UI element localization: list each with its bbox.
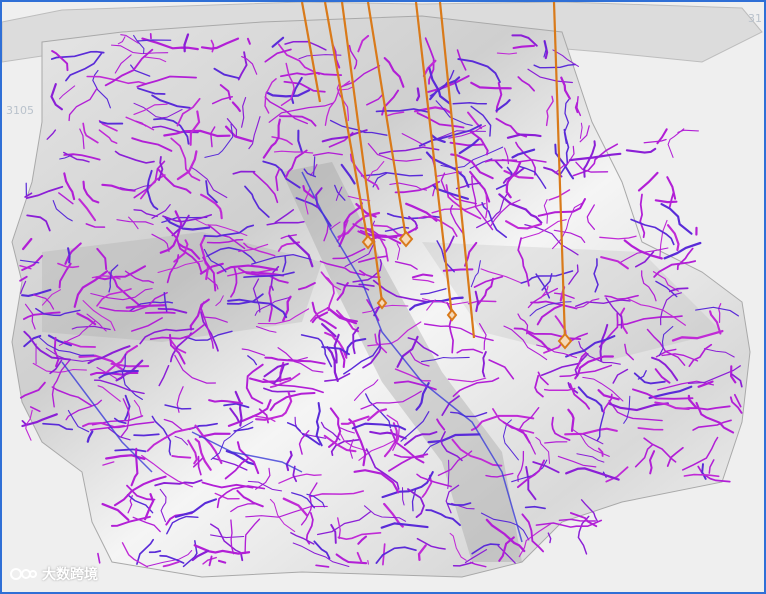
fracture-line: [639, 193, 646, 239]
fracture-line: [21, 420, 27, 426]
fracture-line: [133, 433, 160, 437]
fracture-line: [643, 138, 667, 144]
logo-icon: [10, 566, 38, 582]
fracture-line: [240, 553, 244, 562]
fracture-line: [97, 552, 101, 564]
axis-label-right: 31: [748, 12, 762, 25]
watermark: 大数跨境: [10, 564, 98, 584]
3d-viewport[interactable]: 3105 31 大数跨境: [0, 0, 766, 594]
watermark-text: 大数跨境: [42, 566, 98, 582]
axis-label-left: 3105: [6, 104, 34, 117]
fracture-line: [660, 203, 693, 235]
fracture-line: [144, 311, 176, 314]
fracture-line: [668, 192, 675, 208]
fracture-line: [667, 128, 685, 158]
fracture-line: [654, 199, 678, 204]
fracture-line: [663, 241, 702, 260]
fracture-line: [666, 176, 677, 200]
fracture-line: [367, 560, 369, 565]
fracture-line: [637, 171, 659, 192]
seismic-horizon-surface[interactable]: [2, 2, 764, 592]
fracture-line: [547, 532, 552, 544]
fracture-line: [625, 147, 657, 154]
